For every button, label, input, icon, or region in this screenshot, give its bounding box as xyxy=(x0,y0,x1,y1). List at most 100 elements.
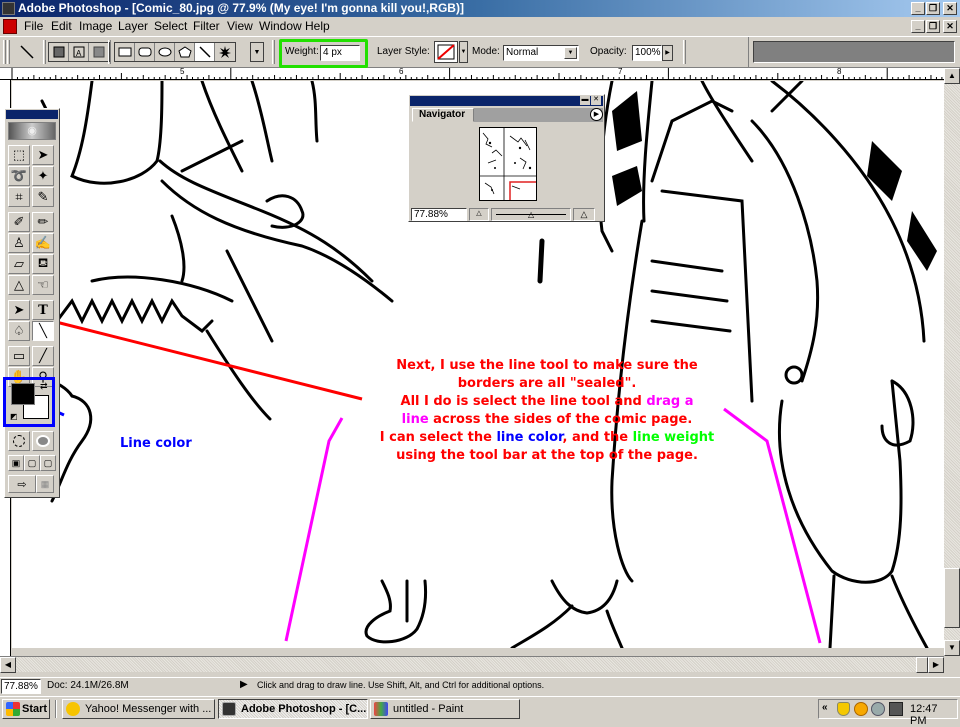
lasso-tool-button[interactable]: ➰ xyxy=(8,166,30,186)
shape-layers-button[interactable] xyxy=(49,43,69,61)
menu-image[interactable]: Image xyxy=(79,17,112,36)
layer-style-swatch[interactable] xyxy=(434,41,458,63)
move-tool-button[interactable]: ➤ xyxy=(32,145,54,165)
scroll-down-button[interactable]: ▼ xyxy=(944,640,960,656)
eraser-tool-button[interactable]: ▱ xyxy=(8,254,30,274)
mode-select[interactable]: Normal ▼ xyxy=(503,45,579,61)
path-selection-tool-button[interactable]: ➤ xyxy=(8,300,30,320)
opacity-input[interactable]: 100% xyxy=(632,45,662,61)
type-tool-button[interactable]: T xyxy=(32,300,54,320)
vertical-scroll-thumb[interactable] xyxy=(944,568,960,628)
status-zoom-input[interactable]: 77.88% xyxy=(1,679,41,694)
custom-shape-dropdown[interactable]: ▼ xyxy=(250,42,264,62)
horizontal-scroll-thumb[interactable] xyxy=(916,657,928,673)
pen-tool-button[interactable]: ♤ xyxy=(8,321,30,341)
document-icon[interactable] xyxy=(3,19,17,34)
rounded-rectangle-tool-button[interactable] xyxy=(135,43,155,61)
menu-edit[interactable]: Edit xyxy=(51,17,72,36)
zoom-out-button[interactable]: △ xyxy=(469,208,489,221)
show-hidden-icon[interactable]: « xyxy=(822,702,828,713)
paint-bucket-tool-button[interactable]: ⛾ xyxy=(32,254,54,274)
menu-filter[interactable]: Filter xyxy=(193,17,220,36)
clock[interactable]: 12:47 PM xyxy=(910,703,957,727)
close-icon[interactable]: ✕ xyxy=(591,96,601,105)
fill-pixels-button[interactable] xyxy=(89,43,109,61)
menu-layer[interactable]: Layer xyxy=(118,17,148,36)
polygon-tool-button[interactable] xyxy=(175,43,195,61)
menu-help[interactable]: Help xyxy=(305,17,330,36)
eyedropper-tool-button[interactable]: ╱ xyxy=(32,346,54,366)
vertical-scrollbar[interactable]: ▲ ▼ xyxy=(944,68,960,656)
app-tray-icon[interactable] xyxy=(889,702,903,716)
horizontal-scrollbar[interactable]: ◀ ▶ xyxy=(0,656,944,673)
line-tool-tool-button[interactable]: ╲ xyxy=(32,321,54,341)
palette-menu-icon[interactable]: ▶ xyxy=(590,108,603,121)
rectangle-tool-button[interactable] xyxy=(115,43,135,61)
line-shape-tool-button[interactable] xyxy=(195,43,215,61)
yahoo-tray-icon[interactable] xyxy=(854,702,868,716)
doc-minimize-button[interactable]: _ xyxy=(911,20,925,33)
quick-mask-button[interactable] xyxy=(32,431,54,451)
start-button[interactable]: Start xyxy=(2,699,50,719)
foreground-color-swatch[interactable] xyxy=(11,383,35,405)
task-paint[interactable]: untitled - Paint xyxy=(370,699,520,719)
rectangular-marquee-tool-button[interactable]: ⬚ xyxy=(8,145,30,165)
menu-select[interactable]: Select xyxy=(154,17,187,36)
resize-grip-icon[interactable] xyxy=(944,656,960,672)
toolbox-titlebar[interactable] xyxy=(6,110,58,119)
scroll-left-button[interactable]: ◀ xyxy=(0,657,16,673)
scroll-right-button[interactable]: ▶ xyxy=(928,657,944,673)
minimize-button[interactable]: _ xyxy=(911,2,925,15)
imageready-button[interactable]: ▦ xyxy=(36,475,54,493)
palette-well[interactable] xyxy=(753,41,955,63)
opacity-slider-button[interactable]: ▶ xyxy=(662,45,673,61)
crop-tool-button[interactable]: ⌗ xyxy=(8,187,30,207)
menu-file[interactable]: File xyxy=(24,17,43,36)
scroll-up-button[interactable]: ▲ xyxy=(944,68,960,84)
zoom-slider[interactable]: △ xyxy=(491,208,571,221)
slider-thumb-icon[interactable]: △ xyxy=(528,211,534,219)
tab-navigator[interactable]: Navigator xyxy=(412,108,474,122)
task-yahoo-messenger[interactable]: Yahoo! Messenger with ... xyxy=(62,699,215,719)
navigator-titlebar[interactable]: ▬ ✕ xyxy=(410,96,603,106)
collapse-icon[interactable]: ▬ xyxy=(580,96,590,105)
adobe-online-button[interactable]: ◉ xyxy=(8,122,56,140)
navigator-zoom-input[interactable]: 77.88% xyxy=(411,208,467,221)
photoshop-app-icon[interactable] xyxy=(2,2,15,15)
task-photoshop[interactable]: Adobe Photoshop - [C... xyxy=(218,699,368,719)
full-screen-button[interactable]: ▢ xyxy=(40,455,56,471)
weight-input[interactable]: 4 px xyxy=(320,45,360,61)
doc-close-button[interactable]: ✕ xyxy=(943,20,957,33)
swap-colors-icon[interactable]: ⇄ xyxy=(40,381,48,392)
tool-preset-picker[interactable] xyxy=(16,42,38,62)
smudge-tool-button[interactable]: ☜ xyxy=(32,275,54,295)
security-shield-icon[interactable] xyxy=(837,702,850,716)
notes-tool-button[interactable]: ▭ xyxy=(8,346,30,366)
custom-shape-tool-button[interactable] xyxy=(215,43,235,61)
sharpen-tool-button[interactable]: △ xyxy=(8,275,30,295)
ellipse-tool-button[interactable] xyxy=(155,43,175,61)
jump-to-imageready-button[interactable]: ⇨ xyxy=(8,475,36,493)
healing-brush-tool-button[interactable]: ✐ xyxy=(8,212,30,232)
clone-stamp-tool-button[interactable]: ♙ xyxy=(8,233,30,253)
restore-button[interactable]: ❐ xyxy=(926,2,940,15)
options-bar-grip[interactable] xyxy=(3,40,6,64)
navigator-thumbnail[interactable] xyxy=(479,127,537,201)
status-menu-icon[interactable]: ▶ xyxy=(240,679,248,690)
paths-button[interactable]: A xyxy=(69,43,89,61)
view-box[interactable] xyxy=(509,181,537,201)
zoom-in-button[interactable]: △ xyxy=(573,208,595,221)
standard-mode-button[interactable] xyxy=(8,431,30,451)
full-screen-menu-button[interactable]: ▢ xyxy=(24,455,40,471)
speaker-icon[interactable] xyxy=(871,702,885,716)
history-brush-tool-button[interactable]: ✍ xyxy=(32,233,54,253)
standard-screen-button[interactable]: ▣ xyxy=(8,455,24,471)
close-button[interactable]: ✕ xyxy=(943,2,957,15)
doc-restore-button[interactable]: ❐ xyxy=(926,20,940,33)
magic-wand-tool-button[interactable]: ✦ xyxy=(32,166,54,186)
menu-view[interactable]: View xyxy=(227,17,253,36)
layer-style-dropdown[interactable]: ▼ xyxy=(459,41,468,63)
menu-window[interactable]: Window xyxy=(259,17,302,36)
slice-tool-button[interactable]: ✎ xyxy=(32,187,54,207)
pencil-tool-button[interactable]: ✏ xyxy=(32,212,54,232)
